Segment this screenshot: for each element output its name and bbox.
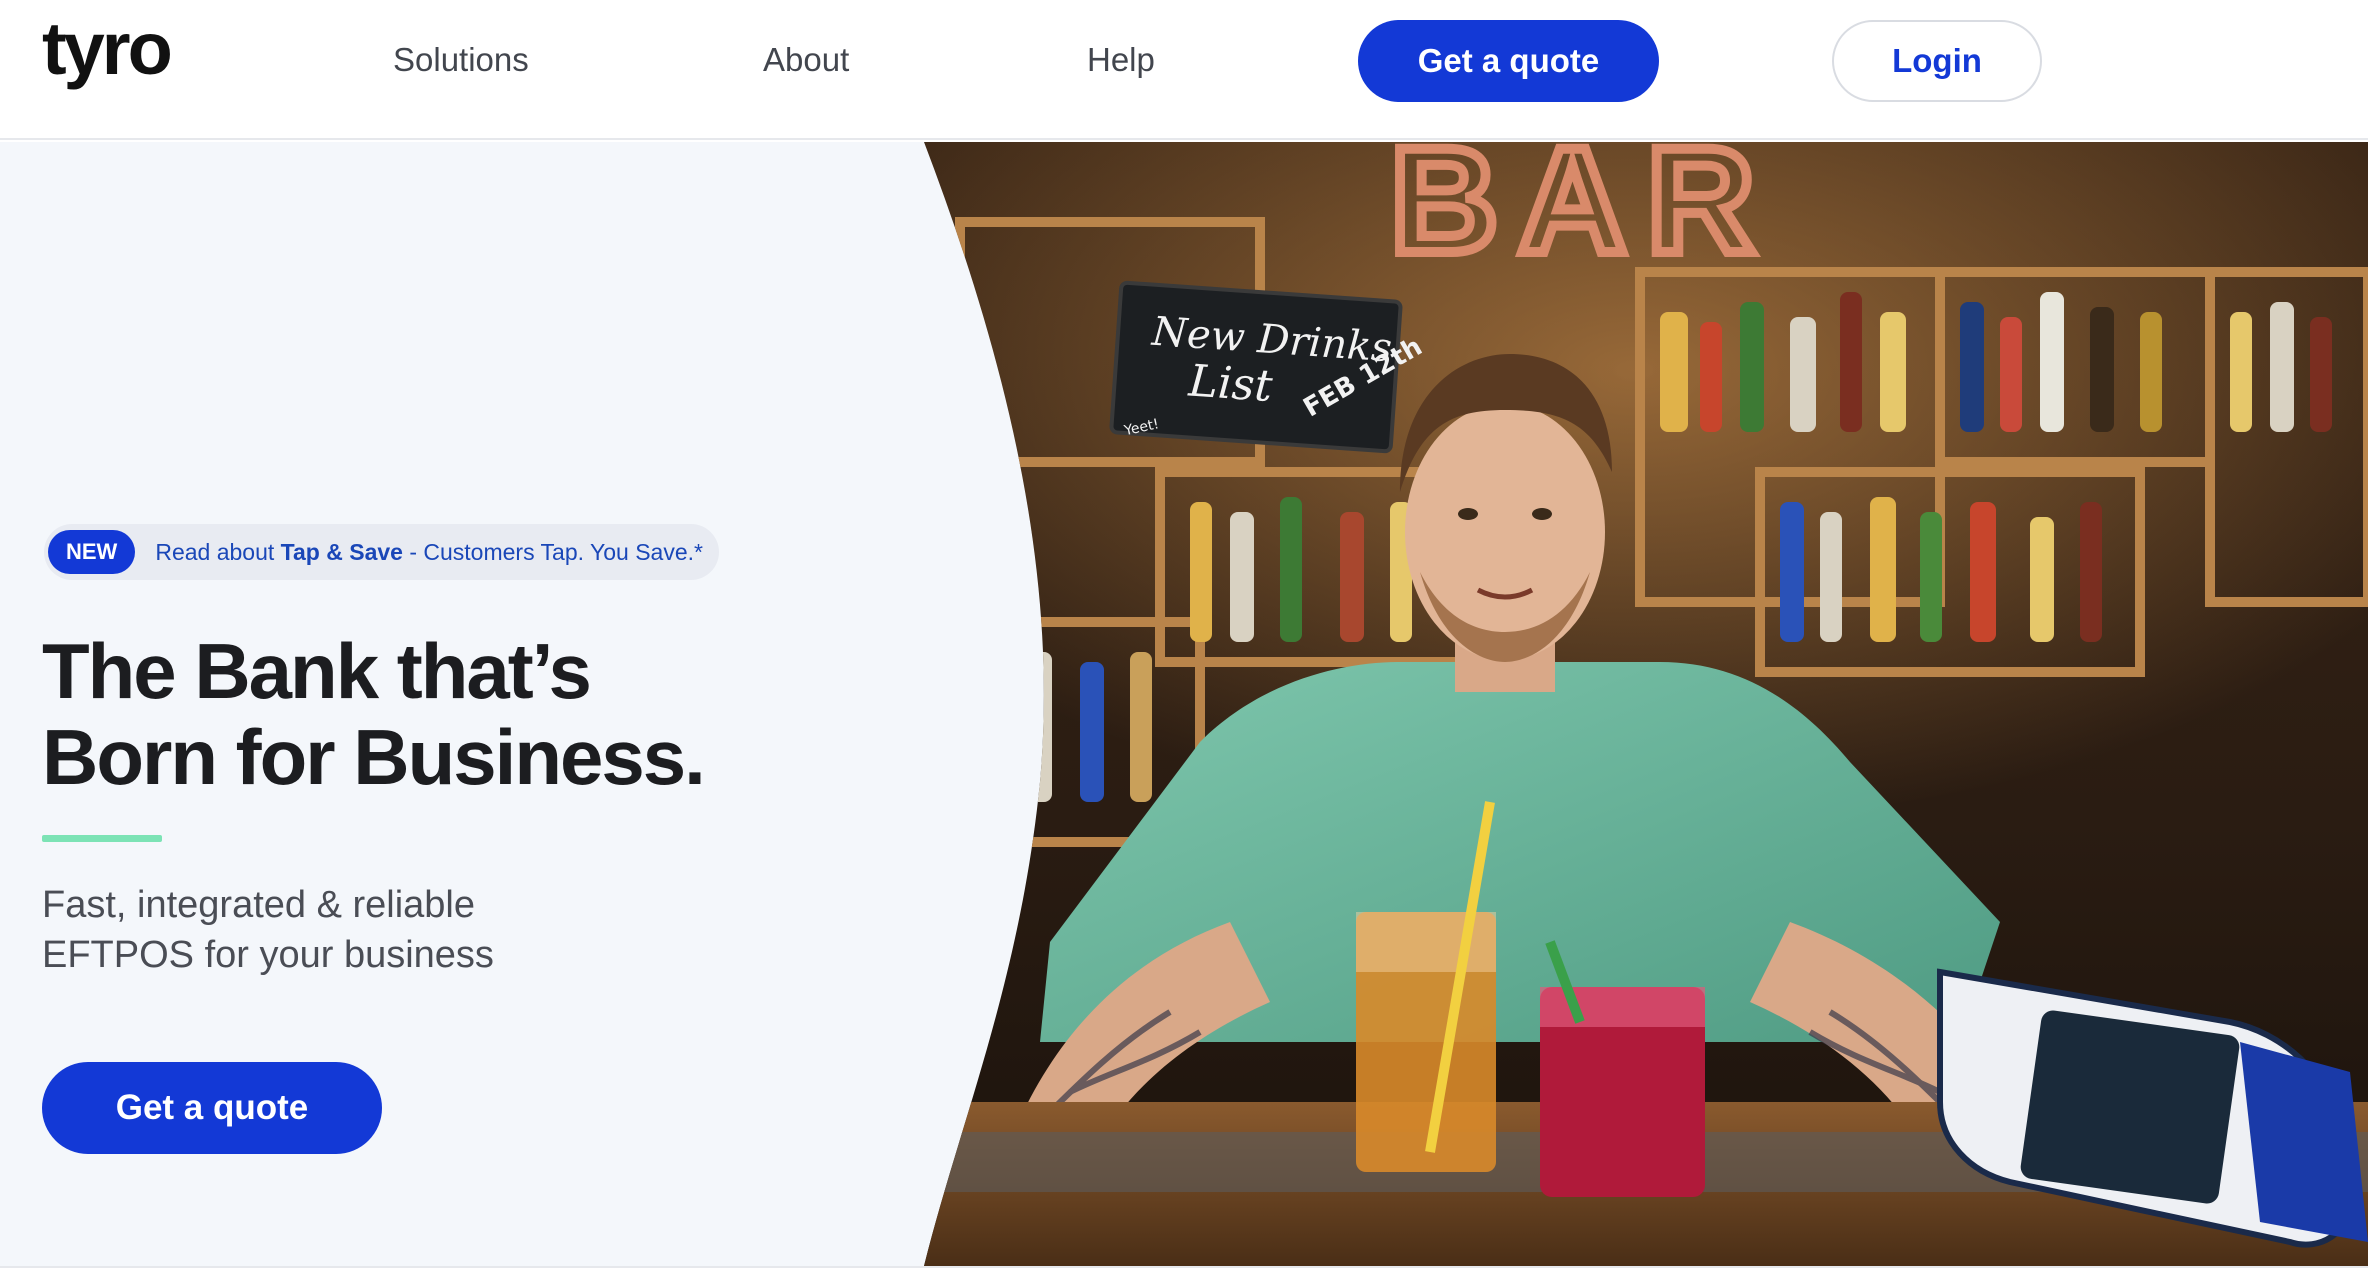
tap-and-save-link[interactable]: Tap & Save bbox=[281, 539, 403, 565]
headline-line-1: The Bank that’s bbox=[42, 627, 592, 715]
get-a-quote-button[interactable]: Get a quote bbox=[1358, 20, 1659, 102]
announcement-suffix: - Customers Tap. You Save.* bbox=[402, 538, 703, 565]
hero-get-a-quote-button[interactable]: Get a quote bbox=[42, 1062, 382, 1154]
svg-text:tyro: tyro bbox=[42, 14, 171, 90]
new-badge: NEW bbox=[48, 530, 136, 574]
nav-about[interactable]: About bbox=[763, 38, 849, 82]
headline-line-2: Born for Business. bbox=[42, 713, 706, 801]
subtitle-line-1: Fast, integrated & reliable bbox=[42, 884, 476, 926]
announcement-pill[interactable]: NEW Read about Tap & Save - Customers Ta… bbox=[44, 524, 719, 580]
login-button[interactable]: Login bbox=[1832, 20, 2042, 102]
nav-solutions[interactable]: Solutions bbox=[393, 38, 529, 82]
accent-underline bbox=[42, 835, 162, 842]
announcement-prefix: Read about bbox=[155, 538, 281, 565]
new-drinks-chalkboard: New Drinks List FEB 12th Yeet! bbox=[1109, 280, 1427, 454]
hero-subtitle: Fast, integrated & reliable EFTPOS for y… bbox=[42, 880, 494, 980]
section-divider bbox=[0, 1266, 2368, 1274]
hero-section: BAR New Drinks List FEB 12th Yeet! NEW R… bbox=[0, 142, 2368, 1266]
svg-text:List: List bbox=[1186, 355, 1274, 412]
svg-text:BAR: BAR bbox=[1390, 142, 1775, 284]
hero-headline: The Bank that’s Born for Business. bbox=[42, 627, 706, 801]
tyro-logo[interactable]: tyro bbox=[40, 14, 210, 106]
subtitle-line-2: EFTPOS for your business bbox=[42, 934, 494, 976]
site-header: tyro Solutions About Help Get a quote Lo… bbox=[0, 0, 2368, 140]
nav-help[interactable]: Help bbox=[1087, 38, 1155, 82]
announcement-text: Read about Tap & Save - Customers Tap. Y… bbox=[155, 539, 703, 566]
